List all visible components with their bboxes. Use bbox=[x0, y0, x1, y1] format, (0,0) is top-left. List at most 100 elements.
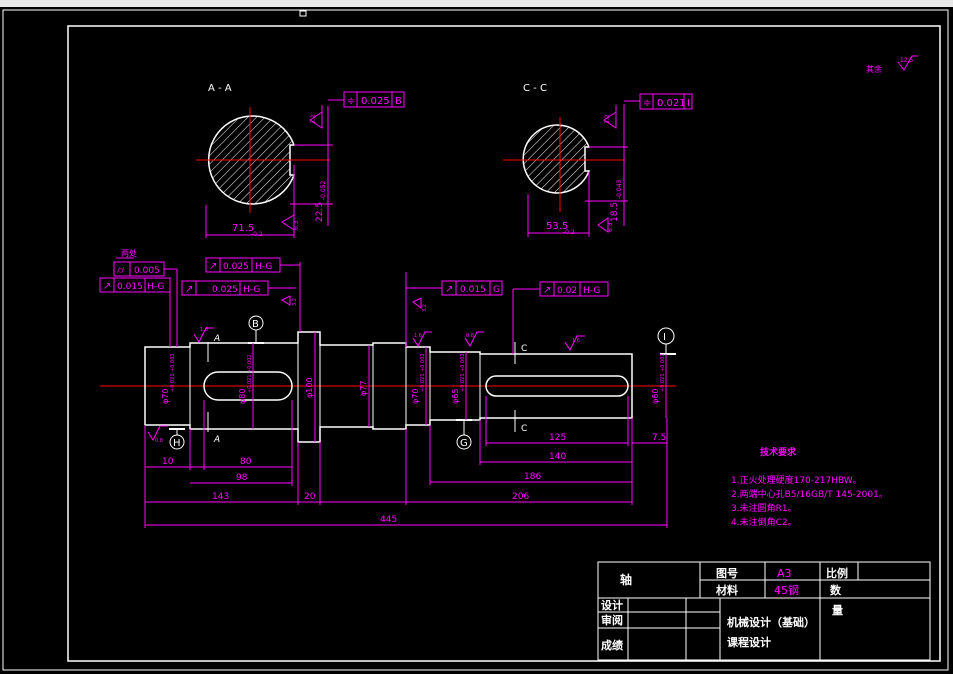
cc-sym-datum: I bbox=[687, 98, 690, 109]
rough-1: 1.6 bbox=[200, 327, 208, 333]
datum-g-letter: G bbox=[460, 438, 468, 449]
fcf-3-value: 0.025 bbox=[223, 262, 249, 272]
tb-course: 机械设计（基础） bbox=[727, 615, 815, 629]
datum-g: G bbox=[456, 419, 472, 450]
dia-1-tol: +0.021 +0.002 bbox=[170, 353, 176, 392]
tb-material-label: 材料 bbox=[716, 583, 738, 597]
svg-text:≑: ≑ bbox=[347, 96, 355, 107]
tb-course-2: 课程设计 bbox=[727, 635, 771, 649]
grip-handle[interactable] bbox=[299, 10, 307, 17]
outer-frame bbox=[2, 9, 949, 671]
note-1: 1.正火处理硬度170-217HBW。 bbox=[731, 474, 862, 486]
fcf-left: 两处 ⌭ 0.005 ↗ 0.015 H-G bbox=[99, 248, 178, 347]
section-cc-label: C - C bbox=[523, 83, 547, 94]
roughness-symbols: 1.6 3.2 0.8 1.6 3.2 1.6 0.8 bbox=[147, 295, 585, 444]
datum-b-letter: B bbox=[252, 319, 259, 330]
aa-depth: 22.5 bbox=[315, 202, 325, 222]
svg-text:≑: ≑ bbox=[643, 98, 651, 109]
dia-6: φ65 bbox=[451, 389, 460, 404]
svg-text:↗: ↗ bbox=[209, 261, 217, 272]
tb-part-name: 轴 bbox=[620, 572, 632, 587]
dim-143: 143 bbox=[212, 492, 229, 502]
fcf-left-title: 两处 bbox=[121, 248, 137, 258]
aa-rough-2: 6.3 bbox=[293, 220, 300, 230]
note-2: 2.两端中心孔B5/16GB/T 145-2001。 bbox=[731, 488, 888, 500]
dim-20: 20 bbox=[304, 492, 316, 502]
fcf-3-ref: H-G bbox=[255, 262, 272, 272]
cut-a-top: A bbox=[213, 334, 220, 344]
tb-material: 45钢 bbox=[774, 584, 799, 597]
datum-h-letter: H bbox=[173, 438, 181, 449]
rest-roughness-label: 其余 bbox=[866, 64, 882, 74]
dia-7: φ60 bbox=[651, 389, 660, 404]
fcf-6-value: 0.02 bbox=[557, 286, 577, 296]
aa-depth-tol: -0.052 bbox=[320, 180, 327, 200]
datum-b: B bbox=[248, 315, 264, 344]
dia-4: φ77 bbox=[359, 381, 368, 396]
cc-sym-tol: 0.021 bbox=[657, 98, 686, 109]
dim-7-5: 7.5 bbox=[652, 433, 666, 443]
section-cc: C - C 53.5 -0.2 18.5 -0.043 ≑ 0.021 I 3.… bbox=[503, 83, 693, 237]
cut-c-bottom: C bbox=[521, 424, 527, 434]
dia-1: φ70 bbox=[161, 389, 170, 404]
cc-rough-2: 6.3 bbox=[607, 222, 614, 232]
fcf-5-ref: G bbox=[493, 285, 500, 295]
tb-drawing-no: A3 bbox=[777, 567, 792, 580]
fcf-5-value: 0.015 bbox=[460, 285, 486, 295]
dia-5: φ70 bbox=[411, 389, 420, 404]
dia-2-tol: +0.021 +0.002 bbox=[247, 354, 253, 393]
svg-text:↗: ↗ bbox=[445, 284, 453, 295]
cut-c-top: C bbox=[521, 344, 527, 354]
dim-80: 80 bbox=[240, 457, 252, 467]
datum-h: H bbox=[169, 428, 185, 450]
datum-i: I bbox=[657, 327, 676, 355]
datum-i-letter: I bbox=[663, 332, 666, 343]
tb-qty-label: 数 bbox=[830, 583, 842, 597]
dim-206: 206 bbox=[512, 492, 529, 502]
section-cc-hatch bbox=[522, 124, 591, 194]
notes-title: 技术要求 bbox=[760, 446, 797, 458]
shaft-outline bbox=[144, 331, 633, 443]
section-aa-label: A - A bbox=[208, 83, 232, 94]
rough-4: 1.6 bbox=[414, 333, 422, 339]
rough-5: 3.2 bbox=[422, 304, 428, 312]
svg-text:↗: ↗ bbox=[543, 285, 551, 296]
cut-a-bottom: A bbox=[213, 435, 220, 445]
tb-qty-2: 量 bbox=[832, 604, 843, 617]
fcf-2-ref: H-G bbox=[147, 282, 164, 292]
tb-scale-label: 比例 bbox=[826, 566, 848, 580]
svg-text:⌭: ⌭ bbox=[117, 265, 125, 276]
fcf-6-ref: H-G bbox=[583, 286, 600, 296]
rough-2: 3.2 bbox=[292, 298, 298, 306]
cc-width-tol: -0.2 bbox=[563, 229, 575, 236]
fcf-2-value: 0.015 bbox=[117, 282, 143, 292]
cad-drawing: A - A 71.5 -0.2 22.5 -0.052 ≑ 0.025 B 3.… bbox=[2, 9, 949, 671]
rough-3: 0.8 bbox=[155, 438, 163, 444]
rough-6: 1.6 bbox=[572, 338, 580, 344]
dim-140: 140 bbox=[549, 452, 566, 462]
fcf-1-value: 0.005 bbox=[134, 266, 160, 276]
tb-design: 设计 bbox=[601, 598, 623, 612]
cc-depth: 18.5 bbox=[610, 202, 620, 222]
aa-sym-tol: 0.025 bbox=[361, 96, 390, 107]
dia-3: φ100 bbox=[305, 377, 314, 398]
dim-125: 125 bbox=[549, 433, 566, 443]
cc-rough-1: 3.2 bbox=[604, 114, 611, 124]
fcf-4-value: 0.025 bbox=[212, 285, 238, 295]
fcf-4-ref: H-G bbox=[243, 285, 260, 295]
note-3: 3.未注圆角R1。 bbox=[731, 502, 797, 514]
svg-text:↗: ↗ bbox=[185, 284, 193, 295]
rough-7: 0.8 bbox=[466, 333, 474, 339]
shaft-main-view bbox=[100, 331, 676, 443]
cc-depth-tol: -0.043 bbox=[616, 179, 623, 199]
note-4: 4.未注倒角C2。 bbox=[731, 516, 797, 528]
dim-10: 10 bbox=[162, 457, 174, 467]
dia-6-tol: +0.021 +0.002 bbox=[460, 353, 466, 392]
technical-notes: 技术要求 1.正火处理硬度170-217HBW。 2.两端中心孔B5/16GB/… bbox=[731, 446, 888, 528]
dim-186: 186 bbox=[524, 472, 541, 482]
fcf-4: ↗ 0.025 H-G bbox=[181, 280, 296, 296]
aa-rough-1: 3.2 bbox=[310, 114, 317, 124]
dia-7-tol: +0.021 +0.002 bbox=[660, 353, 666, 392]
tb-grade: 成绩 bbox=[601, 638, 623, 652]
tb-review: 审阅 bbox=[601, 613, 623, 627]
